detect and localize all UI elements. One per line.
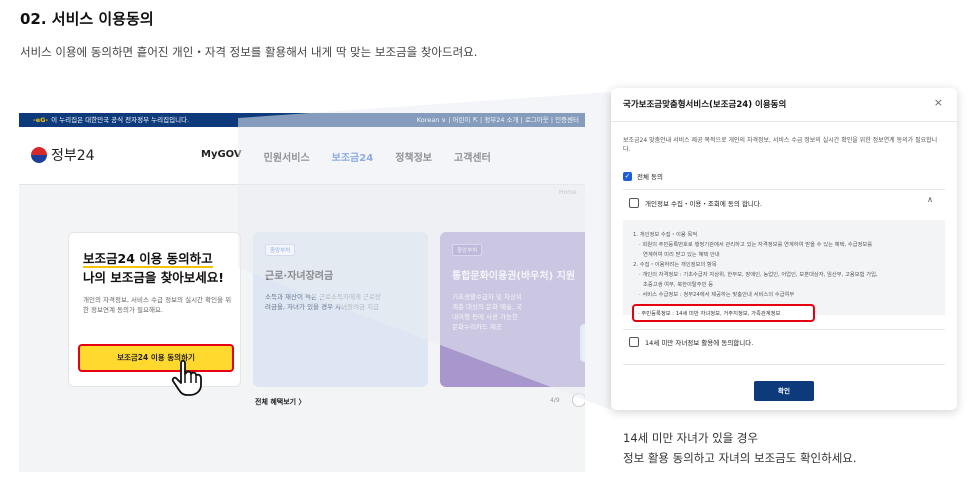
all-benefits-link[interactable]: 전체 혜택보기 〉 [255,397,306,407]
consent-modal: 국가보조금맞춤형서비스(보조금24) 이용동의 × 보조금24 맞춤안내 서비스… [611,88,957,410]
benefit-card-earned-income[interactable]: 중앙부처 근로·자녀장려금 소득과 재산이 적은 근로소득자에게 근로장 려금을… [253,232,428,387]
menu-item-civil-service[interactable]: 민원서비스 [264,149,310,164]
close-icon[interactable]: × [934,96,943,109]
consent-button[interactable]: 보조금24 이용 동의하기 [78,344,234,372]
category-tag: 중앙부처 [452,244,483,256]
category-tag: 중앙부처 [265,244,296,256]
modal-desc: 보조금24 맞춤안내 서비스 제공 목적으로 개인의 자격정보, 서비스 수급 … [623,137,938,153]
benefit-desc: 기초생활수급자 및 차상위 계층 대상의 문화 예술, 국 내여행 등에 사용 … [452,293,523,331]
promo-heading-line1: 보조금24 이용 동의하고 [83,251,213,268]
benefit-title: 근로·자녀장려금 [265,271,334,282]
divider [623,329,945,330]
check-all[interactable]: ✓ 전체 동의 [623,171,663,181]
caption-line2: 정보 활용 동의하고 자녀의 보조금도 확인하세요. [623,451,857,465]
caption: 14세 미만 자녀가 있을 경우 정보 활용 동의하고 자녀의 보조금도 확인하… [623,428,857,468]
breadcrumb[interactable]: Home [559,189,577,196]
gov-emblem-icon: -eG- [33,116,49,124]
detail-line: · 회원의 주민등록번호로 행정기관에서 관리하고 있는 자격정보를 연계하여 … [639,242,873,248]
detail-line: 1. 개인정보 수집・이용 목적 [633,232,698,238]
consent-item-label: 14세 미만 자녀정보 활용에 동의합니다. [645,339,754,347]
consent-detail-box: 1. 개인정보 수집・이용 목적 · 회원의 주민등록번호로 행정기관에서 관리… [623,220,945,315]
carousel-pager: 4/9 [550,397,560,404]
consent-item-personal-info[interactable]: 개인정보 수집・이용・조회에 동의 합니다. [629,198,762,208]
check-all-label: 전체 동의 [637,173,663,181]
caption-line1: 14세 미만 자녀가 있을 경우 [623,431,759,445]
main-nav: 정부24 MyGOV 민원서비스 보조금24 정책정보 고객센터 [19,127,585,185]
nav-menu: MyGOV 민원서비스 보조금24 정책정보 고객센터 [201,149,491,164]
benefit-card-culture-voucher[interactable]: 중앙부처 통합문화이용권(바우처) 지원 기초생활수급자 및 차상위 계층 대상… [440,232,585,387]
consent-item-label: 개인정보 수집・이용・조회에 동의 합니다. [645,200,762,208]
detail-line: 초중고생 여부, 북한이탈주민 등 [643,282,714,288]
gov-notice-text: 이 누리집은 대한민국 공식 전자정부 누리집입니다. [51,116,190,124]
menu-item-policy[interactable]: 정책정보 [395,149,432,164]
gov24-logo[interactable]: 정부24 [31,145,95,165]
highlight-child-info: · 주민등록정보 : 14세 미만 자녀정보, 거주지정보, 가족관계정보 [632,304,815,322]
phone-illustration-icon [580,324,585,362]
detail-line: · 서비스 수급정보 : 정부24에서 제공하는 맞춤안내 서비스의 수급여부 [639,292,795,298]
brand-name: 정부24 [51,148,95,164]
detail-line: 연계하여 미리 받고 있는 혜택 안내 [643,252,720,258]
section-title: 02. 서비스 이용동의 [20,10,154,28]
carousel-prev-button[interactable] [572,393,585,407]
divider [623,189,945,190]
promo-desc: 개인의 자격정보, 서비스 수급 정보의 실시간 확인을 위한 정보연계 동의가… [83,296,232,314]
taegeuk-icon [31,147,47,163]
divider [611,121,957,122]
benefit-title: 통합문화이용권(바우처) 지원 [452,271,576,282]
detail-line: · 개인의 자격정보 : 기초수급자 자상위, 한부모, 장애인, 농업인, 어… [639,272,878,278]
gov-bar-links[interactable]: Korean ∨ | 어린이 ⇱ | 정부24 소개 | 로그아웃 | 인증센터 [417,113,579,127]
checkbox[interactable] [629,198,639,208]
highlight-text: · 주민등록정보 : 14세 미만 자녀정보, 거주지정보, 가족관계정보 [638,311,781,317]
promo-heading-line2: 나의 보조금을 찾아보세요! [83,270,224,285]
confirm-button[interactable]: 확인 [754,381,814,401]
benefit-desc: 소득과 재산이 적은 근로소득자에게 근로장 려금을, 자녀가 있을 경우 자녀… [265,293,381,311]
chevron-up-icon[interactable]: ∧ [927,195,933,204]
divider [623,364,945,365]
consent-item-child-info[interactable]: 14세 미만 자녀정보 활용에 동의합니다. [629,337,753,347]
gov24-screenshot: -eG- 이 누리집은 대한민국 공식 전자정부 누리집입니다. Korean ∨… [19,113,585,472]
gov-notice-bar: -eG- 이 누리집은 대한민국 공식 전자정부 누리집입니다. Korean ∨… [19,113,585,127]
section-subtitle: 서비스 이용에 동의하면 흩어진 개인・자격 정보를 활용해서 내게 딱 맞는 … [20,45,478,59]
promo-heading: 보조금24 이용 동의하고나의 보조금을 찾아보세요! [83,249,224,287]
modal-title: 국가보조금맞춤형서비스(보조금24) 이용동의 [623,100,787,110]
menu-item-customer-center[interactable]: 고객센터 [454,149,491,164]
checkbox[interactable] [629,337,639,347]
checkbox-checked-icon[interactable]: ✓ [623,171,632,181]
menu-item-subsidy24[interactable]: 보조금24 [332,149,374,164]
detail-line: 2. 수집・이용하려는 개인정보의 항목 [633,262,717,268]
pointer-hand-icon [171,359,202,396]
menu-item-mygov[interactable]: MyGOV [201,149,242,164]
